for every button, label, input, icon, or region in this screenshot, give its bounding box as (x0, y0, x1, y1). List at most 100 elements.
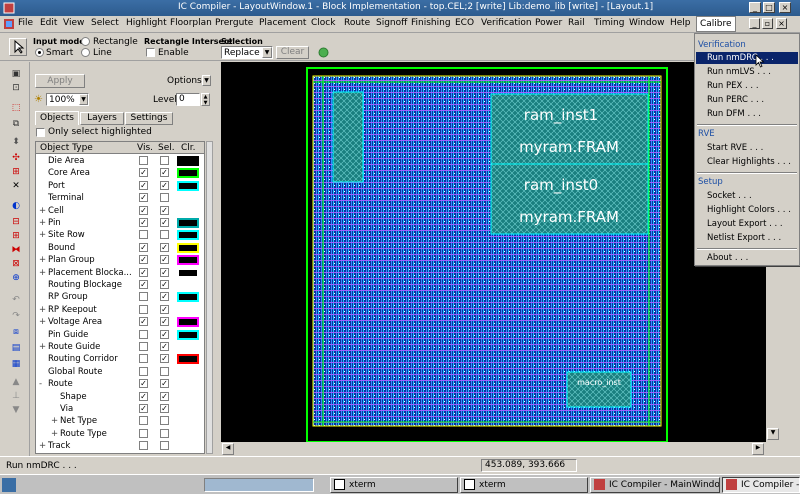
visible-checkbox[interactable] (139, 156, 148, 165)
taskbar-item-ic-compiler-layout[interactable]: IC Compiler - Layo (722, 477, 800, 493)
table-row[interactable]: + Voltage Area ✓ ✓ (36, 316, 204, 328)
taskbar-item-xterm-2[interactable]: xterm (460, 477, 588, 493)
visible-checkbox[interactable] (139, 366, 148, 376)
net-icon[interactable]: ⧈ (9, 326, 23, 338)
workspace-pager[interactable] (204, 478, 314, 492)
expand-icon[interactable]: + (39, 341, 46, 353)
line-radio[interactable] (81, 48, 90, 57)
table-row[interactable]: + Track (36, 440, 204, 452)
color-swatch[interactable] (177, 329, 199, 340)
selectable-checkbox[interactable]: ✓ (160, 218, 169, 227)
color-swatch[interactable] (177, 267, 199, 278)
menu-item-layout-export[interactable]: Layout Export . . . (707, 219, 783, 229)
visible-checkbox[interactable]: ✓ (139, 280, 148, 289)
table-row[interactable]: Bound ✓ ✓ (36, 242, 204, 254)
table-row[interactable]: Core Area ✓ ✓ (36, 167, 204, 179)
menu-calibre[interactable]: Calibre (696, 16, 736, 32)
menu-item-netlist-export[interactable]: Netlist Export . . . (707, 233, 781, 243)
table-row[interactable]: RP Group ✓ (36, 291, 204, 303)
options-chevron-down-icon[interactable]: ▼ (202, 75, 211, 86)
menu-route[interactable]: Route (344, 18, 370, 28)
table-row[interactable]: - Route ✓ ✓ (36, 378, 204, 390)
menu-item-run-nmlvs[interactable]: Run nmLVS . . . (707, 67, 771, 77)
table-row[interactable]: Pin Guide ✓ (36, 329, 204, 341)
menu-item-about[interactable]: About . . . (707, 253, 748, 263)
menu-item-run-nmdrc[interactable]: Run nmDRC . . . (696, 52, 798, 64)
selectable-checkbox[interactable]: ✓ (160, 317, 169, 327)
layer-icon[interactable]: ▦ (9, 358, 23, 370)
delete-icon[interactable]: ✕ (9, 180, 23, 192)
selectable-checkbox[interactable]: ✓ (160, 168, 169, 178)
close-button[interactable]: × (779, 2, 791, 13)
menu-edit[interactable]: Edit (40, 18, 57, 28)
tab-layers[interactable]: Layers (80, 112, 124, 125)
visible-checkbox[interactable]: ✓ (139, 242, 148, 252)
split-icon[interactable]: ⧓ (9, 244, 23, 256)
menu-item-start-rve[interactable]: Start RVE . . . (707, 143, 763, 153)
pointer-tool-button[interactable] (9, 38, 27, 56)
expand-icon[interactable]: + (39, 217, 46, 229)
table-row[interactable]: + Route Guide ✓ (36, 341, 204, 353)
canvas-horizontal-scrollbar[interactable]: ◀ ▶ (221, 442, 766, 456)
selectable-checkbox[interactable] (160, 428, 169, 438)
redo-icon[interactable]: ↷ (9, 310, 23, 322)
visible-checkbox[interactable]: ✓ (139, 404, 148, 413)
menu-item-run-dfm[interactable]: Run DFM . . . (707, 109, 761, 119)
visible-checkbox[interactable]: ✓ (139, 317, 148, 327)
menu-finishing[interactable]: Finishing (411, 18, 451, 28)
selectable-checkbox[interactable]: ✓ (160, 342, 169, 351)
menu-floorplan[interactable]: Floorplan (170, 18, 212, 28)
menu-window[interactable]: Window (629, 18, 665, 28)
table-row[interactable]: + Route Type (36, 428, 204, 440)
maximize-button[interactable]: □ (763, 2, 775, 13)
mdi-close-button[interactable]: × (776, 18, 787, 29)
expand-icon[interactable]: + (39, 304, 46, 316)
undo-icon[interactable]: ↶ (9, 294, 23, 306)
expand-icon[interactable]: + (39, 440, 46, 452)
copy-icon[interactable]: ⧉ (9, 118, 23, 130)
scroll-right-arrow-icon[interactable]: ▶ (752, 443, 764, 455)
clear-button[interactable]: Clear (276, 46, 309, 59)
visible-checkbox[interactable]: ✓ (139, 391, 148, 401)
menu-signoff[interactable]: Signoff (376, 18, 407, 28)
tab-settings[interactable]: Settings (125, 112, 173, 125)
menu-item-run-perc[interactable]: Run PERC . . . (707, 95, 764, 105)
table-row[interactable]: + Placement Blocka... ✓ ✓ (36, 267, 204, 279)
flip-icon[interactable]: ⊞ (9, 166, 23, 178)
menu-select[interactable]: Select (91, 18, 119, 28)
visible-checkbox[interactable]: ✓ (139, 267, 148, 277)
selectable-checkbox[interactable] (160, 156, 169, 165)
color-swatch[interactable] (177, 354, 199, 365)
select-tool-icon[interactable]: ▣ (9, 68, 23, 80)
selectable-checkbox[interactable] (160, 416, 169, 426)
smart-radio[interactable] (35, 48, 44, 57)
selectable-checkbox[interactable] (160, 441, 169, 451)
visible-checkbox[interactable] (139, 292, 148, 302)
visible-checkbox[interactable] (139, 428, 148, 438)
move-icon[interactable]: ⬚ (9, 102, 23, 114)
selectable-checkbox[interactable]: ✓ (160, 304, 169, 314)
expand-icon[interactable]: + (39, 267, 46, 279)
bound-icon[interactable]: ⊟ (9, 216, 23, 228)
visible-checkbox[interactable]: ✓ (139, 205, 148, 215)
menu-timing[interactable]: Timing (594, 18, 624, 28)
table-row[interactable]: Via ✓ ✓ (36, 403, 204, 415)
table-row[interactable]: + Cell ✓ ✓ (36, 205, 204, 217)
visible-checkbox[interactable] (139, 304, 148, 314)
table-row[interactable]: Routing Corridor ✓ (36, 353, 204, 365)
expand-icon[interactable]: + (39, 205, 46, 217)
color-swatch[interactable] (177, 168, 199, 179)
table-row[interactable]: Terminal ✓ (36, 192, 204, 204)
color-swatch[interactable] (177, 242, 199, 253)
ruler-icon[interactable]: ⊥ (9, 390, 23, 402)
minimize-button[interactable]: _ (749, 2, 761, 13)
table-row[interactable]: + Pin ✓ ✓ (36, 217, 204, 229)
selectable-checkbox[interactable] (160, 366, 169, 376)
expand-icon[interactable]: + (51, 415, 58, 427)
menu-power[interactable]: Power (535, 18, 562, 28)
color-swatch[interactable] (177, 317, 199, 328)
menu-eco[interactable]: ECO (455, 18, 474, 28)
level-spinner[interactable]: ▲ ▼ (201, 93, 210, 106)
scroll-down-icon[interactable]: ▼ (9, 404, 23, 416)
table-row[interactable]: Die Area (36, 155, 204, 167)
